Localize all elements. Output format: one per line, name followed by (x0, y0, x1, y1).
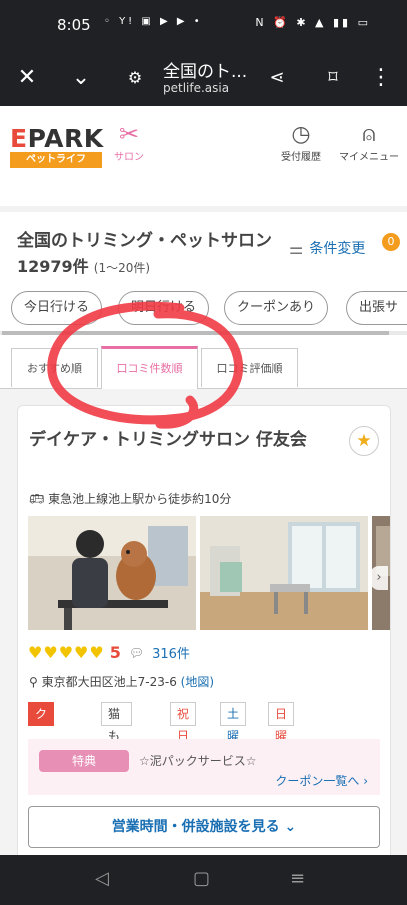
system-icons: N ⏰ ✱ ▲ ▮▮ ▭ (255, 16, 371, 29)
history-label: 受付履歴 (281, 152, 321, 163)
page-url[interactable]: petlife.asia (163, 81, 229, 95)
chip-today[interactable]: 今日行ける (11, 291, 103, 325)
tab-review-count[interactable]: 口コミ件数順 (101, 346, 198, 391)
shop-name[interactable]: デイケア・トリミングサロン 仔友会 (29, 426, 339, 454)
favorite-star-icon[interactable]: ★ (349, 426, 379, 456)
shop-card[interactable]: デイケア・トリミングサロン 仔友会 ★ 🚌︎ 東急池上線池上駅から徒歩約10分 (17, 405, 391, 857)
more-menu-icon[interactable]: ⋮ (366, 62, 396, 92)
tab-recommended[interactable]: おすすめ順 (11, 348, 98, 387)
user-icon: ⍝ (362, 122, 376, 147)
shop-photos[interactable] (28, 516, 390, 630)
tab-title: 全国のト... (163, 62, 248, 82)
chevron-down-icon[interactable]: ⌄ (66, 62, 96, 92)
chips-scrollbar[interactable] (0, 331, 407, 335)
status-bar: 8:05 ◦ Y! ▣ ▶ ▶ • N ⏰ ✱ ▲ ▮▮ ▭ (0, 0, 407, 50)
heart-rating-icon: ♥♥♥♥♥ (28, 643, 105, 662)
tag-sunday: 日曜 (268, 702, 295, 743)
bus-icon: 🚌︎ (29, 492, 45, 506)
chip-tomorrow[interactable]: 明日行ける (118, 291, 210, 325)
my-menu-label: マイメニュー (339, 152, 399, 163)
notification-icons: ◦ Y! ▣ ▶ ▶ • (104, 16, 203, 27)
tag-saturday: 土曜 (220, 702, 247, 743)
hours-facilities-button[interactable]: 営業時間・併設施設を見る ⌄ (28, 806, 380, 848)
browser-toolbar: ✕ ⌄ ⚙ 全国のト... petlife.asia ⋖ ⌑ ⋮ (0, 50, 407, 106)
history-button[interactable]: ◷ 受付履歴 (281, 122, 321, 163)
comment-icon: 💬︎ (128, 645, 145, 660)
bookmark-icon[interactable]: ⌑ (318, 62, 348, 92)
salon-label: サロン (114, 152, 144, 163)
shop-address: ⚲ 東京都大田区池上7-23-6 (地図) (29, 675, 215, 689)
review-count-link[interactable]: 316件 (152, 643, 190, 662)
tag-cat-ok: 猫もOK (101, 702, 133, 765)
share-icon[interactable]: ⋖ (262, 62, 292, 92)
clock: 8:05 (57, 16, 91, 34)
rating-score: 5 (109, 643, 121, 662)
filter-label: 条件変更 (309, 241, 366, 257)
filter-count-badge: 0 (382, 233, 400, 251)
tab-review-rating[interactable]: 口コミ評価順 (201, 348, 298, 387)
map-link[interactable]: (地図) (181, 675, 214, 689)
special-offer: 特典 ☆泥パックサービス☆ クーポン一覧へ › (28, 739, 380, 795)
offer-pill: 特典 (39, 750, 129, 772)
chip-mobile[interactable]: 出張サ (346, 291, 407, 325)
sliders-icon: ⚌ (289, 238, 304, 258)
back-icon[interactable]: ◁ (95, 868, 109, 889)
clock-history-icon: ◷ (291, 122, 311, 147)
epark-logo[interactable]: EPARK (10, 124, 104, 153)
section-divider (0, 206, 407, 212)
home-icon[interactable]: ▢ (193, 868, 210, 889)
tag-holiday: 祝日 (170, 702, 197, 743)
my-menu-button[interactable]: ⍝ マイメニュー (339, 122, 399, 163)
tag-coupon: クーポン (28, 702, 55, 787)
site-header: EPARK ペットライフ ✂ サロン ◷ 受付履歴 ⍝ マイメニュー (0, 106, 407, 206)
result-count: 12979件 (1〜20件) (17, 257, 151, 276)
sort-tabs: おすすめ順 口コミ件数順 口コミ評価順 (0, 346, 407, 391)
site-settings-icon[interactable]: ⚙ (120, 62, 150, 92)
shop-access: 🚌︎ 東急池上線池上駅から徒歩約10分 (29, 492, 232, 506)
system-nav-bar: ◁ ▢ ≡ (0, 855, 407, 905)
offer-text: ☆泥パックサービス☆ (139, 754, 257, 768)
location-pin-icon: ⚲ (29, 675, 38, 689)
recents-icon[interactable]: ≡ (290, 868, 305, 889)
coupon-list-link[interactable]: クーポン一覧へ › (275, 772, 368, 789)
chip-coupon[interactable]: クーポンあり (224, 291, 329, 325)
photo-salon-interior[interactable] (200, 516, 368, 630)
chevron-right-icon[interactable]: › (370, 566, 388, 590)
scissors-icon: ✂ (118, 120, 140, 148)
scrollbar-thumb[interactable] (2, 331, 389, 335)
salon-logo[interactable]: ✂ サロン (112, 120, 146, 172)
close-icon[interactable]: ✕ (12, 62, 42, 92)
shop-rating: ♥♥♥♥♥ 5 💬︎ 316件 (28, 643, 190, 662)
page-title: 全国のトリミング・ペットサロン (17, 231, 272, 251)
photo-trimming-dog[interactable] (28, 516, 196, 630)
logo-subtitle: ペットライフ (10, 152, 102, 168)
filter-change-button[interactable]: ⚌ 条件変更 (289, 238, 365, 258)
